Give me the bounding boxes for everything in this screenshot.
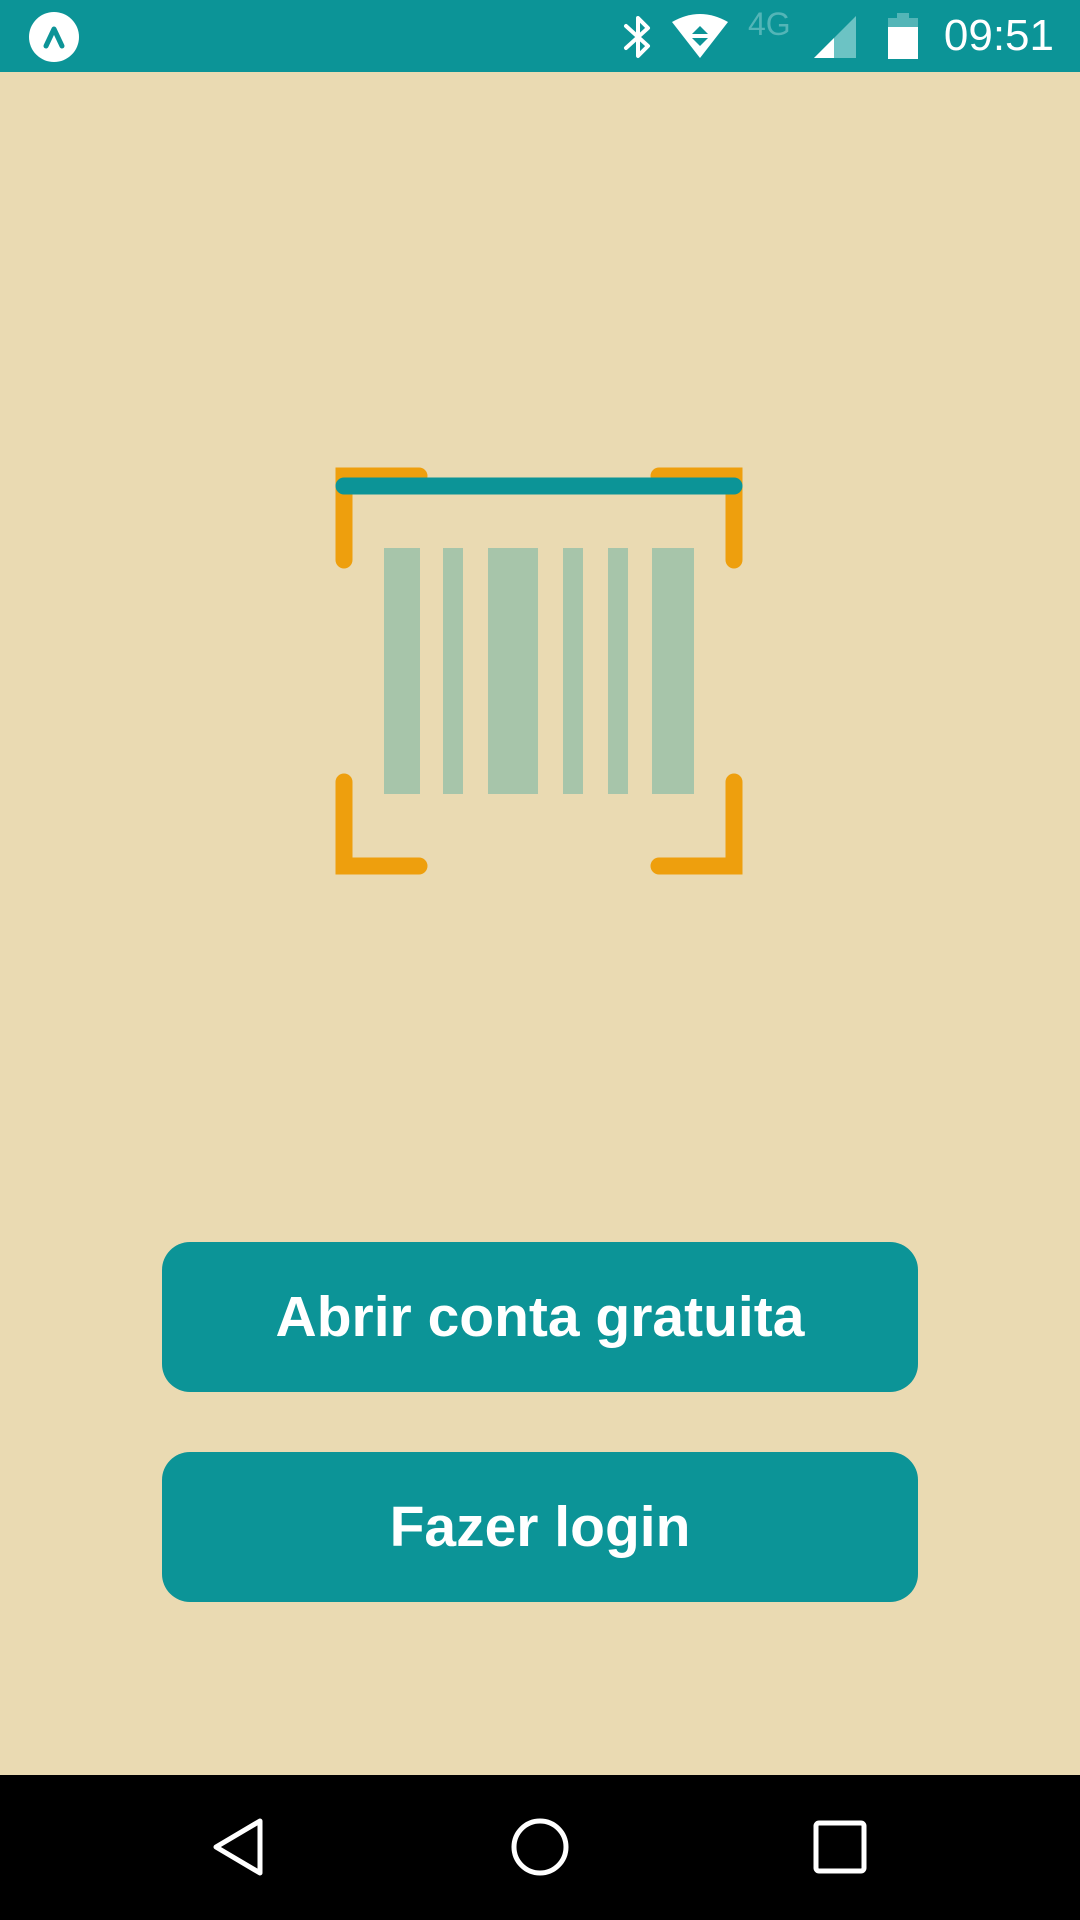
status-time: 09:51	[943, 11, 1054, 60]
wifi-icon	[672, 14, 728, 58]
barcode-bars	[384, 548, 694, 794]
app-badge-icon	[29, 12, 79, 62]
back-button[interactable]	[190, 1797, 290, 1897]
network-type-label: 4G	[748, 6, 791, 42]
welcome-screen: 4G 09:51 Abrir conta gratuita Fazer logi…	[0, 0, 1080, 1920]
navigation-bar	[0, 1775, 1080, 1920]
recents-button[interactable]	[790, 1797, 890, 1897]
login-button[interactable]: Fazer login	[162, 1452, 918, 1602]
battery-icon	[888, 13, 918, 59]
cell-signal-icon	[814, 16, 856, 58]
recents-icon	[813, 1820, 867, 1874]
open-free-account-button[interactable]: Abrir conta gratuita	[162, 1242, 918, 1392]
back-icon	[213, 1818, 263, 1876]
home-button[interactable]	[490, 1797, 590, 1897]
status-bar: 4G 09:51	[0, 0, 1080, 72]
barcode-scanner-icon	[335, 467, 743, 875]
bluetooth-icon	[624, 16, 650, 58]
home-icon	[511, 1818, 569, 1876]
